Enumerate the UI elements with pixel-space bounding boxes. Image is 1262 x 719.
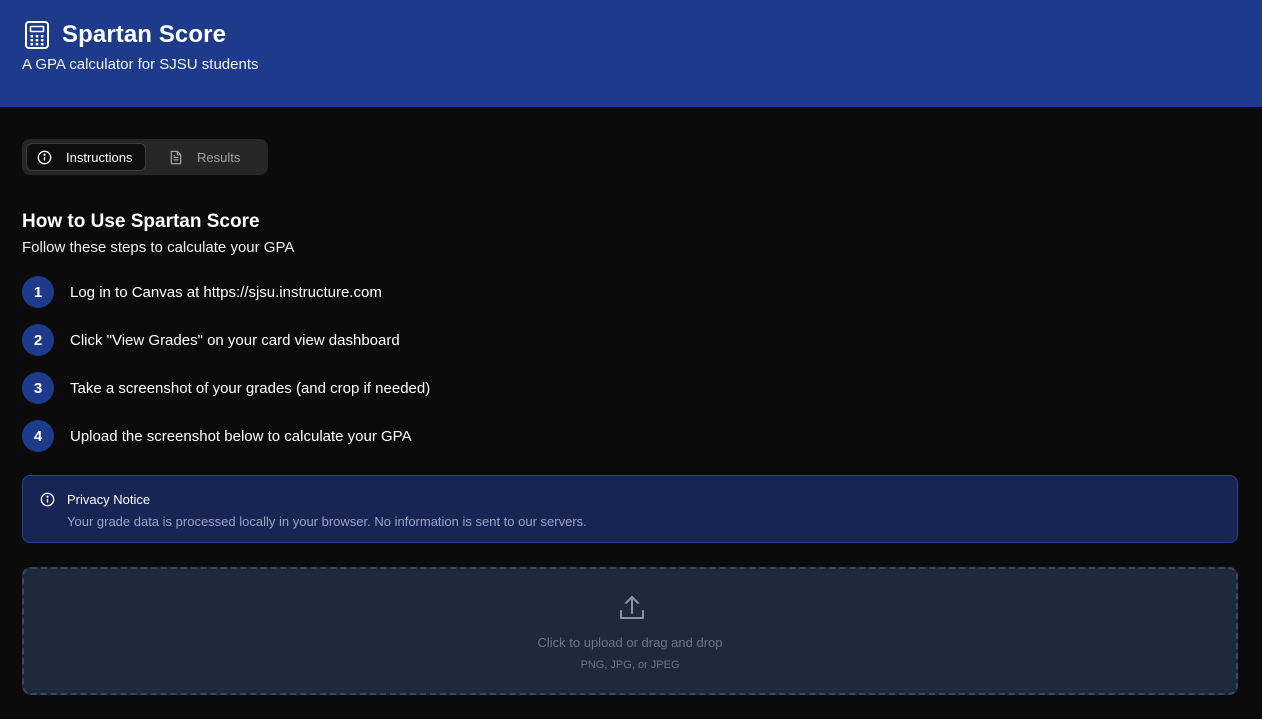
step-item: 4 Upload the screenshot below to calcula… bbox=[22, 420, 412, 452]
document-icon bbox=[170, 150, 182, 164]
step-item: 3 Take a screenshot of your grades (and … bbox=[22, 372, 430, 404]
instructions-subheading: Follow these steps to calculate your GPA bbox=[22, 239, 295, 256]
tab-label: Results bbox=[197, 149, 241, 165]
brand: Spartan Score bbox=[24, 20, 226, 50]
calculator-icon bbox=[25, 21, 49, 49]
step-number-badge: 3 bbox=[22, 372, 54, 404]
upload-label: Click to upload or drag and drop bbox=[537, 635, 723, 650]
step-text: Log in to Canvas at https://sjsu.instruc… bbox=[70, 283, 382, 301]
app-subtitle: A GPA calculator for SJSU students bbox=[22, 56, 259, 73]
notice-title: Privacy Notice bbox=[67, 492, 151, 507]
notice-body: Your grade data is processed locally in … bbox=[67, 514, 587, 529]
step-item: 1 Log in to Canvas at https://sjsu.instr… bbox=[22, 276, 382, 308]
step-number-badge: 4 bbox=[22, 420, 54, 452]
instructions-heading: How to Use Spartan Score bbox=[22, 211, 260, 232]
tab-instructions[interactable]: Instructions bbox=[26, 143, 146, 171]
step-number-badge: 1 bbox=[22, 276, 54, 308]
step-text: Click "View Grades" on your card view da… bbox=[70, 331, 400, 349]
step-text: Upload the screenshot below to calculate… bbox=[70, 427, 412, 445]
tab-label: Instructions bbox=[66, 149, 133, 165]
upload-icon bbox=[620, 596, 644, 619]
upload-formats: PNG, JPG, or JPEG bbox=[580, 659, 680, 671]
tab-bar: Instructions Results bbox=[22, 139, 268, 175]
privacy-notice: Privacy Notice Your grade data is proces… bbox=[22, 475, 1238, 543]
step-item: 2 Click "View Grades" on your card view … bbox=[22, 324, 400, 356]
tab-results[interactable]: Results bbox=[152, 143, 262, 171]
step-text: Take a screenshot of your grades (and cr… bbox=[70, 379, 431, 397]
app-header: Spartan Score A GPA calculator for SJSU … bbox=[0, 0, 1262, 107]
step-number-badge: 2 bbox=[22, 324, 54, 356]
info-icon bbox=[37, 150, 52, 164]
upload-dropzone[interactable]: Click to upload or drag and drop PNG, JP… bbox=[22, 567, 1238, 695]
info-icon bbox=[40, 492, 55, 507]
app-title: Spartan Score bbox=[62, 21, 227, 48]
